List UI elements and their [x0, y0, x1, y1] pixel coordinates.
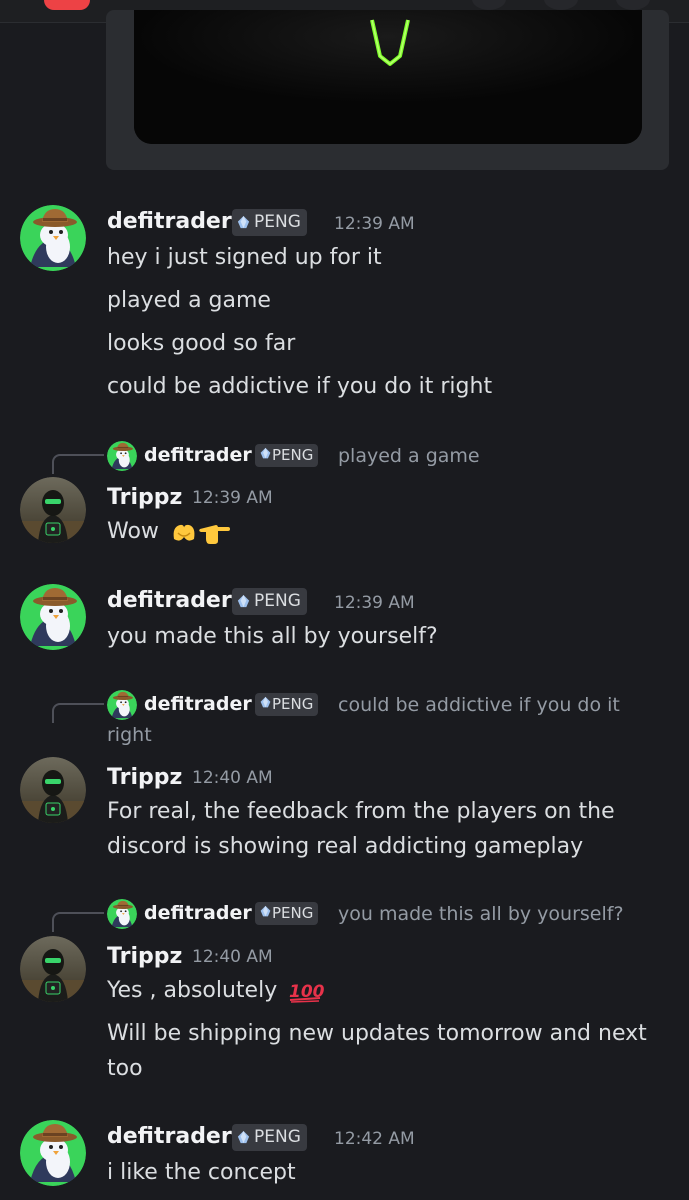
avatar[interactable] [20, 477, 86, 543]
reply-server-tag: PENG [255, 444, 319, 467]
message-text-value: Wow [107, 519, 159, 544]
message-text: played a game [107, 288, 271, 313]
green-glow-graphic [134, 10, 642, 144]
reply-text: you made this all by yourself? [338, 903, 624, 925]
timestamp: 12:39 AM [334, 214, 415, 234]
server-tag-label: PENG [254, 212, 301, 232]
notification-badge[interactable] [44, 0, 90, 10]
reply-spine [52, 454, 104, 474]
message-text: too [107, 1056, 143, 1081]
reply-tag-label: PENG [272, 695, 314, 713]
reply-spine [52, 703, 104, 723]
reply-username[interactable]: defitrader [144, 444, 252, 466]
username[interactable]: defitrader [107, 588, 232, 613]
message-text: Yes , absolutely 100 [107, 978, 324, 1003]
message-text: Wow [107, 519, 232, 545]
timestamp: 12:40 AM [192, 768, 273, 788]
avatar[interactable] [20, 1120, 86, 1186]
reply-text-continued: right [107, 724, 152, 746]
game-screenshot[interactable] [134, 10, 642, 144]
server-tag-label: PENG [254, 1127, 301, 1147]
message-text: For real, the feedback from the players … [107, 799, 615, 824]
avatar[interactable] [20, 205, 86, 271]
server-tag[interactable]: PENG [232, 588, 307, 615]
server-tag[interactable]: PENG [232, 1124, 307, 1151]
gem-icon [259, 905, 272, 918]
timestamp: 12:42 AM [334, 1129, 415, 1149]
server-tag[interactable]: PENG [232, 209, 307, 236]
message-text: Will be shipping new updates tomorrow an… [107, 1021, 647, 1046]
message-text-value: Yes , absolutely [107, 978, 278, 1003]
username[interactable]: Trippz [107, 765, 182, 790]
message-text: looks good so far [107, 331, 296, 356]
message-text: could be addictive if you do it right [107, 374, 493, 399]
gem-icon [236, 594, 251, 609]
reply-avatar [107, 899, 137, 929]
avatar[interactable] [20, 936, 86, 1002]
username[interactable]: defitrader [107, 209, 232, 234]
header-action-button[interactable] [616, 0, 650, 10]
reply-server-tag: PENG [255, 693, 319, 716]
reply-avatar [107, 441, 137, 471]
username[interactable]: Trippz [107, 944, 182, 969]
reply-spine [52, 912, 104, 932]
reply-text: could be addictive if you do it [338, 694, 620, 716]
reply-text: played a game [338, 445, 480, 467]
message-text: discord is showing real addicting gamepl… [107, 834, 584, 859]
avatar[interactable] [20, 584, 86, 650]
gem-icon [259, 696, 272, 709]
avatar[interactable] [20, 757, 86, 823]
server-tag-label: PENG [254, 591, 301, 611]
timestamp: 12:39 AM [334, 593, 415, 613]
reply-avatar [107, 690, 137, 720]
reply-username[interactable]: defitrader [144, 902, 252, 924]
message-text: i like the concept [107, 1160, 296, 1185]
timestamp: 12:40 AM [192, 947, 273, 967]
gem-icon [259, 447, 272, 460]
reply-username[interactable]: defitrader [144, 693, 252, 715]
image-embed[interactable] [106, 10, 669, 170]
message-text: hey i just signed up for it [107, 245, 382, 270]
message-text: you made this all by yourself? [107, 624, 438, 649]
reply-tag-label: PENG [272, 904, 314, 922]
username[interactable]: Trippz [107, 485, 182, 510]
header-action-button[interactable] [472, 0, 506, 10]
username[interactable]: defitrader [107, 1124, 232, 1149]
pointing-hand-emoji [199, 525, 230, 544]
reply-server-tag: PENG [255, 902, 319, 925]
timestamp: 12:39 AM [192, 488, 273, 508]
reply-tag-label: PENG [272, 446, 314, 464]
gem-icon [236, 1130, 251, 1145]
hundred-points-emoji: 100 [289, 982, 324, 1003]
gem-icon [236, 215, 251, 230]
header-action-button[interactable] [544, 0, 578, 10]
